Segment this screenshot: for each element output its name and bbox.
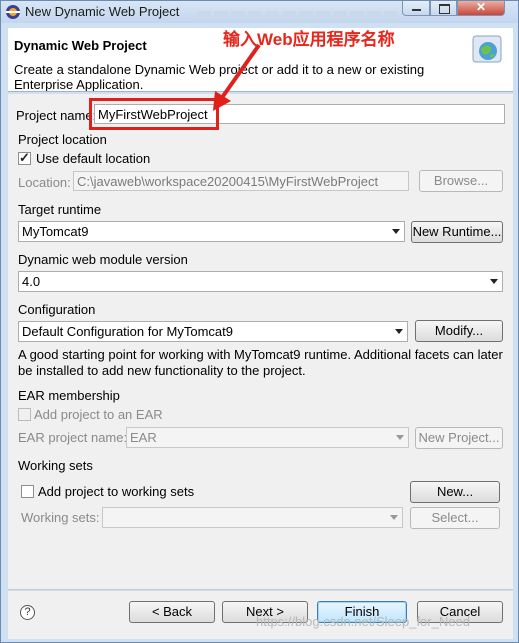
- add-to-working-sets-checkbox[interactable]: [21, 485, 34, 498]
- back-button[interactable]: < Back: [129, 601, 215, 623]
- wizard-content: Project name: MyFirstWebProject Project …: [8, 94, 513, 589]
- location-input[interactable]: C:\javaweb\workspace20200415\MyFirstWebP…: [73, 171, 409, 191]
- module-version-section-label: Dynamic web module version: [18, 252, 188, 267]
- add-to-ear-label: Add project to an EAR: [34, 407, 163, 422]
- target-runtime-value: MyTomcat9: [22, 224, 89, 239]
- maximize-button[interactable]: [430, 1, 457, 16]
- window-title: New Dynamic Web Project: [25, 4, 180, 19]
- modify-button[interactable]: Modify...: [415, 320, 503, 342]
- chevron-down-icon: [395, 329, 403, 334]
- title-bar-background-icons: [197, 7, 427, 19]
- configuration-value: Default Configuration for MyTomcat9: [22, 324, 233, 339]
- annotation-arrow-icon: [213, 43, 261, 111]
- ear-section-label: EAR membership: [18, 388, 120, 403]
- annotation-highlight-box: [89, 98, 219, 130]
- module-version-value: 4.0: [22, 274, 41, 289]
- ear-project-name-label: EAR project name:: [18, 430, 128, 445]
- configuration-section-label: Configuration: [18, 302, 96, 317]
- project-location-section-label: Project location: [18, 132, 107, 147]
- module-version-select[interactable]: 4.0: [18, 271, 503, 292]
- target-runtime-select[interactable]: MyTomcat9: [18, 221, 405, 242]
- chevron-down-icon: [392, 229, 400, 234]
- ear-project-select[interactable]: EAR: [126, 427, 409, 448]
- watermark-text: https://blog.csdn.net/Sleep_for_Need: [256, 614, 470, 629]
- location-label: Location:: [18, 175, 71, 190]
- working-sets-label: Working sets:: [21, 510, 100, 525]
- target-runtime-section-label: Target runtime: [18, 202, 102, 217]
- title-bar: New Dynamic Web Project: [1, 0, 518, 23]
- help-icon[interactable]: ?: [20, 605, 35, 620]
- working-sets-section-label: Working sets: [18, 458, 93, 473]
- use-default-location-checkbox[interactable]: [18, 150, 31, 166]
- eclipse-app-icon: [6, 5, 20, 19]
- dialog-window: New Dynamic Web Project Dynamic Web Proj…: [0, 0, 519, 643]
- new-working-set-button[interactable]: New...: [410, 481, 500, 503]
- browse-button[interactable]: Browse...: [419, 170, 503, 192]
- minimize-button[interactable]: [402, 1, 430, 16]
- new-ear-project-button[interactable]: New Project...: [415, 427, 503, 449]
- ear-project-value: EAR: [130, 430, 157, 445]
- configuration-description: A good starting point for working with M…: [18, 347, 503, 378]
- close-button[interactable]: [457, 0, 505, 16]
- add-to-ear-checkbox[interactable]: [18, 408, 31, 421]
- new-runtime-button[interactable]: New Runtime...: [411, 221, 503, 243]
- working-sets-select[interactable]: [102, 507, 403, 528]
- use-default-location-label: Use default location: [36, 151, 151, 166]
- wizard-title: Dynamic Web Project: [14, 38, 147, 53]
- chevron-down-icon: [490, 279, 498, 284]
- web-project-globe-icon: [472, 35, 502, 63]
- configuration-select[interactable]: Default Configuration for MyTomcat9: [18, 321, 408, 342]
- chevron-down-icon: [396, 435, 404, 440]
- chevron-down-icon: [390, 515, 398, 520]
- add-to-working-sets-label: Add project to working sets: [38, 484, 195, 499]
- footer-separator: [8, 589, 513, 590]
- wizard-footer: ? < Back Next > Finish Cancel https://bl…: [8, 591, 513, 639]
- project-name-label: Project name:: [16, 108, 97, 123]
- select-working-sets-button[interactable]: Select...: [410, 507, 500, 529]
